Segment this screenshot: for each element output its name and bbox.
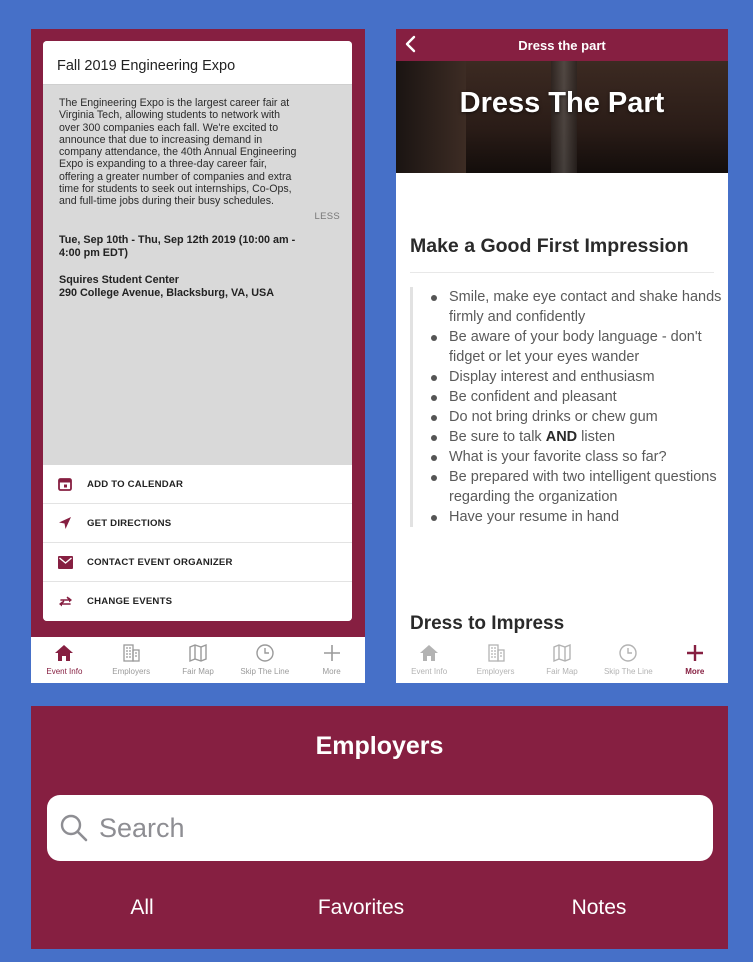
tab-more[interactable]: More bbox=[302, 641, 362, 676]
tab-fair-map[interactable]: Fair Map bbox=[532, 641, 592, 676]
less-toggle[interactable]: LESS bbox=[43, 211, 352, 222]
home-icon bbox=[419, 641, 439, 665]
event-info-screen: Fall 2019 Engineering Expo The Engineeri… bbox=[31, 29, 365, 683]
get-directions-label: GET DIRECTIONS bbox=[87, 517, 172, 529]
list-item: Display interest and enthusiasm bbox=[427, 367, 728, 387]
swap-arrows-icon bbox=[57, 594, 73, 610]
tab-skip-the-line[interactable]: Skip The Line bbox=[598, 641, 658, 676]
tip-emphasis: AND bbox=[545, 429, 578, 445]
map-icon bbox=[552, 641, 572, 665]
tab-employers[interactable]: Employers bbox=[466, 641, 526, 676]
back-chevron-icon[interactable] bbox=[404, 35, 416, 58]
tab-label: Employers bbox=[476, 667, 515, 676]
page-title: Employers bbox=[315, 732, 444, 760]
add-to-calendar-button[interactable]: ADD TO CALENDAR bbox=[43, 465, 352, 504]
tab-label: Employers bbox=[112, 667, 151, 676]
event-actions: ADD TO CALENDAR GET DIRECTIONS CONTACT E… bbox=[43, 465, 352, 621]
tab-label: Fair Map bbox=[182, 667, 214, 676]
divider bbox=[410, 272, 714, 273]
tab-label: Skip The Line bbox=[603, 667, 653, 676]
tab-label: More bbox=[685, 667, 705, 676]
tab-more[interactable]: More bbox=[665, 641, 725, 676]
event-card: Fall 2019 Engineering Expo The Engineeri… bbox=[43, 41, 352, 621]
tab-label: Skip The Line bbox=[240, 667, 290, 676]
search-icon bbox=[59, 813, 89, 843]
plus-icon bbox=[322, 641, 342, 665]
tab-label: Event Info bbox=[411, 667, 448, 676]
description-line: Expo is expanding to a three-day career … bbox=[59, 158, 267, 171]
tab-all[interactable]: All bbox=[130, 896, 153, 920]
tab-bar: Event Info Employers Fair Map Skip The L… bbox=[396, 637, 728, 683]
hero-title: Dress The Part bbox=[459, 87, 665, 119]
description-line: company attendance, the 40th Annual Engi… bbox=[59, 146, 297, 159]
event-date: Tue, Sep 10th - Thu, Sep 12th 2019 (10:0… bbox=[43, 222, 352, 260]
tab-event-info[interactable]: Event Info bbox=[399, 641, 459, 676]
nav-title: Dress the part bbox=[518, 37, 606, 53]
section-title: Dress to Impress bbox=[410, 613, 565, 634]
description-line: and full-time jobs during their busy sch… bbox=[59, 195, 274, 208]
list-item: Have your resume in hand bbox=[427, 507, 728, 527]
clock-icon bbox=[255, 641, 275, 665]
tab-label: Fair Map bbox=[546, 667, 578, 676]
list-item: Be aware of your body language - don't f… bbox=[427, 327, 728, 367]
hero-banner: Dress The Part bbox=[396, 61, 728, 173]
tab-bar: Event Info Employers Fair Map Skip The L… bbox=[31, 637, 365, 683]
event-description: The Engineering Expo is the largest care… bbox=[43, 85, 352, 208]
list-item: Smile, make eye contact and shake hands … bbox=[427, 287, 728, 327]
map-icon bbox=[188, 641, 208, 665]
tip-text: Be sure to talk bbox=[449, 429, 546, 445]
employers-screen: Employers Search All Favorites Notes bbox=[31, 706, 728, 949]
description-line: announce that due to increasing demand i… bbox=[59, 133, 263, 146]
calendar-icon bbox=[57, 476, 73, 492]
tab-skip-the-line[interactable]: Skip The Line bbox=[235, 641, 295, 676]
location-address: 290 College Avenue, Blacksburg, VA, USA bbox=[59, 286, 275, 299]
description-line: Virginia Tech, allowing students to netw… bbox=[59, 109, 281, 122]
tip-text: listen bbox=[577, 429, 616, 445]
contact-event-organizer-button[interactable]: CONTACT EVENT ORGANIZER bbox=[43, 543, 352, 582]
list-item: Do not bring drinks or chew gum bbox=[427, 407, 728, 427]
tab-favorites[interactable]: Favorites bbox=[318, 896, 404, 920]
get-directions-button[interactable]: GET DIRECTIONS bbox=[43, 504, 352, 543]
list-item: What is your favorite class so far? bbox=[427, 447, 728, 467]
tab-notes[interactable]: Notes bbox=[572, 896, 627, 920]
event-location: Squires Student Center 290 College Avenu… bbox=[43, 260, 352, 300]
add-to-calendar-label: ADD TO CALENDAR bbox=[87, 478, 184, 490]
tab-label: Event Info bbox=[46, 667, 83, 676]
contact-event-organizer-label: CONTACT EVENT ORGANIZER bbox=[87, 556, 233, 568]
list-item: Be prepared with two intelligent questio… bbox=[427, 467, 728, 507]
change-events-label: CHANGE EVENTS bbox=[87, 596, 173, 607]
tab-event-info[interactable]: Event Info bbox=[34, 641, 94, 676]
description-line: offering a greater number of companies a… bbox=[59, 170, 292, 183]
list-item: Be sure to talk AND listen bbox=[427, 427, 728, 447]
description-line: time for students to seek out internship… bbox=[59, 183, 292, 196]
building-icon bbox=[486, 641, 506, 665]
location-name: Squires Student Center bbox=[59, 273, 179, 286]
tab-label: More bbox=[322, 667, 341, 676]
tab-employers[interactable]: Employers bbox=[101, 641, 161, 676]
clock-icon bbox=[618, 641, 638, 665]
building-icon bbox=[121, 641, 141, 665]
nav-bar: Dress the part bbox=[396, 29, 728, 61]
description-line: The Engineering Expo is the largest care… bbox=[59, 97, 290, 109]
event-title: Fall 2019 Engineering Expo bbox=[43, 41, 352, 85]
search-input[interactable]: Search bbox=[47, 795, 713, 861]
location-arrow-icon bbox=[57, 515, 73, 531]
event-date-line: Tue, Sep 10th - Thu, Sep 12th 2019 (10:0… bbox=[59, 233, 296, 246]
tab-fair-map[interactable]: Fair Map bbox=[168, 641, 228, 676]
section-title: Make a Good First Impression bbox=[410, 235, 689, 257]
envelope-icon bbox=[57, 554, 73, 570]
home-icon bbox=[54, 641, 74, 665]
event-date-line: 4:00 pm EDT) bbox=[59, 246, 128, 259]
change-events-button[interactable]: CHANGE EVENTS bbox=[43, 582, 352, 621]
tips-list: Smile, make eye contact and shake hands … bbox=[410, 287, 728, 527]
description-line: over 300 companies each fall. We're exci… bbox=[59, 121, 279, 134]
list-item: Be confident and pleasant bbox=[427, 387, 728, 407]
dress-the-part-screen: Dress the part Dress The Part Make a Goo… bbox=[396, 29, 728, 683]
search-placeholder: Search bbox=[99, 812, 185, 843]
plus-icon bbox=[685, 641, 705, 665]
